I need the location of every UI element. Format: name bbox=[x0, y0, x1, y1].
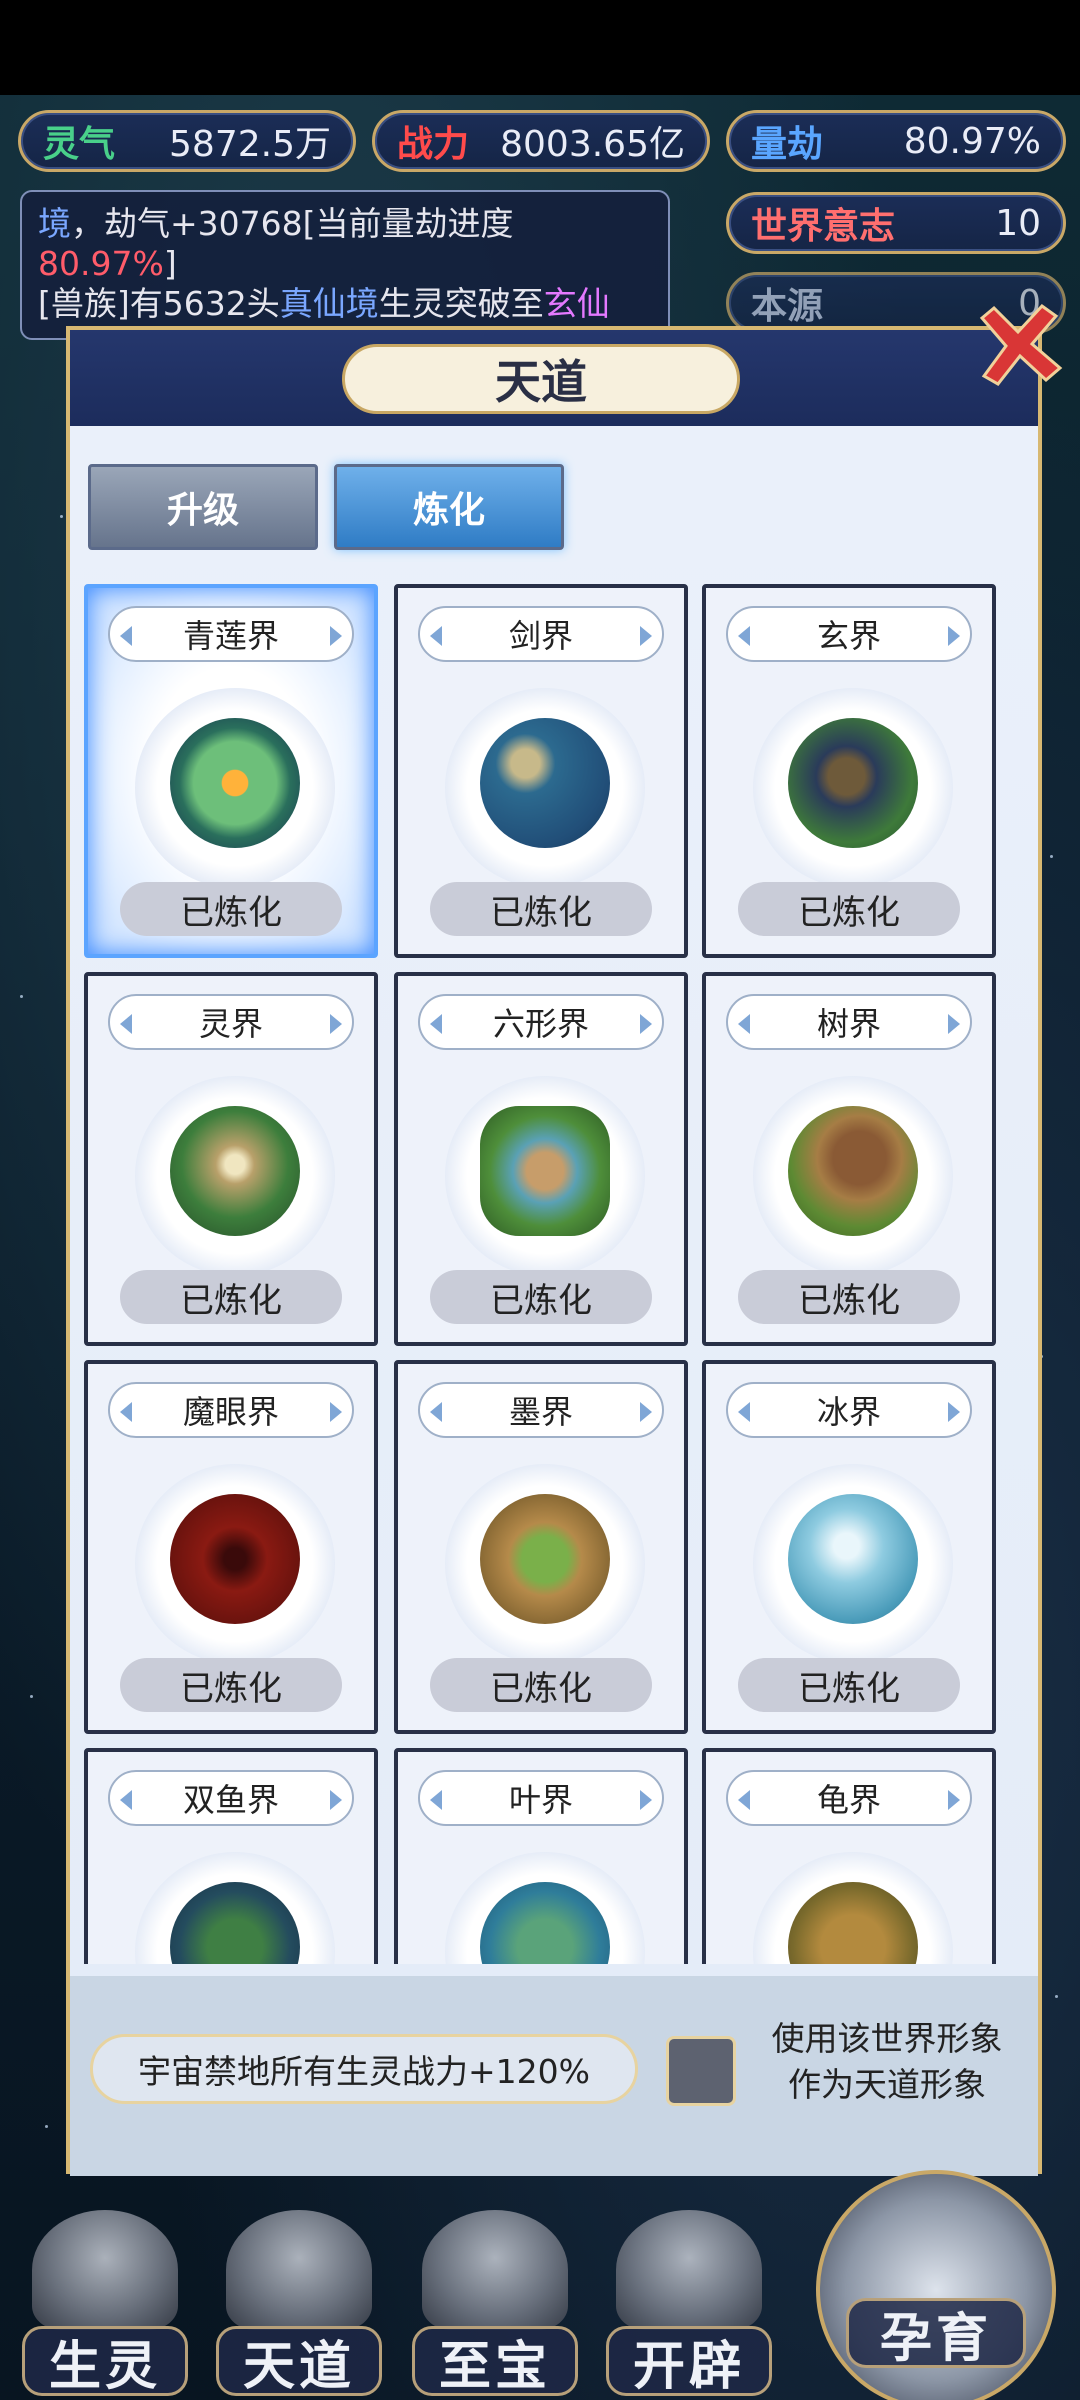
world-will-label: 世界意志 bbox=[751, 206, 896, 247]
zhanli-label: 战力 bbox=[397, 124, 470, 165]
world-card-liuxing[interactable]: 六形界 已炼化 bbox=[394, 972, 688, 1346]
refined-status: 已炼化 bbox=[738, 1658, 960, 1712]
world-name: 双鱼界 bbox=[108, 1770, 354, 1826]
world-card-bing[interactable]: 冰界 已炼化 bbox=[702, 1360, 996, 1734]
use-world-label[interactable]: 使用该世界形象 作为天道形象 bbox=[742, 2016, 1032, 2108]
lingqi-value: 5872.5万 bbox=[169, 124, 331, 165]
refined-status: 已炼化 bbox=[120, 1658, 342, 1712]
world-name: 龟界 bbox=[726, 1770, 972, 1826]
refined-status: 已炼化 bbox=[430, 1270, 652, 1324]
world-card-ye[interactable]: 叶界 bbox=[394, 1748, 688, 1964]
world-card-moyan[interactable]: 魔眼界 已炼化 bbox=[84, 1360, 378, 1734]
refined-status: 已炼化 bbox=[430, 1658, 652, 1712]
ling-planet-icon bbox=[170, 1106, 300, 1236]
refined-status: 已炼化 bbox=[430, 882, 652, 936]
bing-planet-icon bbox=[788, 1494, 918, 1624]
log-progress: 80.97% bbox=[38, 244, 164, 283]
buff-text: 宇宙禁地所有生灵战力+120% bbox=[90, 2034, 638, 2104]
use-world-checkbox[interactable] bbox=[666, 2036, 736, 2106]
refined-status: 已炼化 bbox=[120, 882, 342, 936]
mo-planet-icon bbox=[480, 1494, 610, 1624]
world-name: 墨界 bbox=[418, 1382, 664, 1438]
event-log: 境，劫气+30768[当前量劫进度 80.97%] [兽族]有5632头真仙境生… bbox=[20, 190, 670, 340]
zhanli-stat: 战力 8003.65亿 bbox=[372, 110, 710, 172]
liangjie-value: 80.97% bbox=[903, 120, 1041, 162]
world-will-value: 10 bbox=[995, 202, 1041, 244]
log-bracket: ] bbox=[163, 244, 177, 283]
use-world-label-line2: 作为天道形象 bbox=[788, 2065, 986, 2104]
world-card-shu[interactable]: 树界 已炼化 bbox=[702, 972, 996, 1346]
lingqi-label: 灵气 bbox=[43, 124, 116, 165]
source-label: 本源 bbox=[751, 286, 824, 327]
shu-planet-icon bbox=[788, 1106, 918, 1236]
world-name: 魔眼界 bbox=[108, 1382, 354, 1438]
nav-label: 天道 bbox=[216, 2326, 382, 2397]
dialog-footer: 宇宙禁地所有生灵战力+120% 使用该世界形象 作为天道形象 bbox=[70, 1976, 1038, 2176]
log-realm-2: 真仙境 bbox=[279, 284, 379, 323]
create-world-icon bbox=[616, 2210, 762, 2330]
zhanli-value: 8003.65亿 bbox=[500, 124, 685, 165]
world-card-jian[interactable]: 剑界 已炼化 bbox=[394, 584, 688, 958]
liangjie-stat: 量劫 80.97% bbox=[726, 110, 1066, 172]
log-realm-3: 玄仙 bbox=[543, 284, 610, 323]
world-card-qinglian[interactable]: 青莲界 已炼化 bbox=[84, 584, 378, 958]
xuan-planet-icon bbox=[788, 718, 918, 848]
dialog-header: 天道 bbox=[70, 330, 1038, 426]
nav-label: 至宝 bbox=[412, 2326, 578, 2397]
creature-icon bbox=[32, 2210, 178, 2330]
refined-status: 已炼化 bbox=[738, 1270, 960, 1324]
nav-tiandao[interactable]: 天道 bbox=[206, 2210, 392, 2400]
world-name: 青莲界 bbox=[108, 606, 354, 662]
tab-refine[interactable]: 炼化 bbox=[334, 464, 564, 550]
nav-yunyu[interactable]: 孕育 bbox=[816, 2170, 1056, 2400]
log-beast: [兽族]有5632头 bbox=[38, 284, 280, 323]
refined-status: 已炼化 bbox=[120, 1270, 342, 1324]
log-realm: 境 bbox=[38, 204, 71, 243]
refined-status: 已炼化 bbox=[738, 882, 960, 936]
tiandao-dialog: 天道 升级 炼化 青莲界 已炼化 剑界 已炼化 玄界 已炼化 灵界 已炼化 六形… bbox=[66, 326, 1042, 2176]
world-grid[interactable]: 青莲界 已炼化 剑界 已炼化 玄界 已炼化 灵界 已炼化 六形界 已炼化 树界 … bbox=[84, 584, 1028, 1964]
world-name: 叶界 bbox=[418, 1770, 664, 1826]
use-world-label-line1: 使用该世界形象 bbox=[771, 2019, 1003, 2058]
world-card-xuan[interactable]: 玄界 已炼化 bbox=[702, 584, 996, 958]
treasure-icon bbox=[422, 2210, 568, 2330]
world-card-ling[interactable]: 灵界 已炼化 bbox=[84, 972, 378, 1346]
qinglian-planet-icon bbox=[170, 718, 300, 848]
world-name: 六形界 bbox=[418, 994, 664, 1050]
jian-planet-icon bbox=[480, 718, 610, 848]
nav-kaipi[interactable]: 开辟 bbox=[596, 2210, 782, 2400]
tab-upgrade[interactable]: 升级 bbox=[88, 464, 318, 550]
world-card-gui[interactable]: 龟界 bbox=[702, 1748, 996, 1964]
world-card-shuangyu[interactable]: 双鱼界 bbox=[84, 1748, 378, 1964]
lingqi-stat: 灵气 5872.5万 bbox=[18, 110, 356, 172]
nav-zhibao[interactable]: 至宝 bbox=[402, 2210, 588, 2400]
moyan-planet-icon bbox=[170, 1494, 300, 1624]
liangjie-label: 量劫 bbox=[751, 124, 824, 165]
dialog-title: 天道 bbox=[342, 344, 740, 414]
close-x-icon[interactable] bbox=[968, 296, 1068, 396]
heaven-icon bbox=[226, 2210, 372, 2330]
nav-label: 孕育 bbox=[846, 2298, 1026, 2369]
nav-label: 开辟 bbox=[606, 2326, 772, 2397]
world-name: 剑界 bbox=[418, 606, 664, 662]
liuxing-planet-icon bbox=[480, 1106, 610, 1236]
world-name: 树界 bbox=[726, 994, 972, 1050]
world-name: 灵界 bbox=[108, 994, 354, 1050]
world-name: 冰界 bbox=[726, 1382, 972, 1438]
world-will-stat[interactable]: 世界意志 10 bbox=[726, 192, 1066, 254]
nav-shengling[interactable]: 生灵 bbox=[12, 2210, 198, 2400]
world-card-mo[interactable]: 墨界 已炼化 bbox=[394, 1360, 688, 1734]
log-text-1: ，劫气+30768[当前量劫进度 bbox=[71, 204, 514, 243]
nav-label: 生灵 bbox=[22, 2326, 188, 2397]
world-name: 玄界 bbox=[726, 606, 972, 662]
log-text-3: 生灵突破至 bbox=[378, 284, 544, 323]
